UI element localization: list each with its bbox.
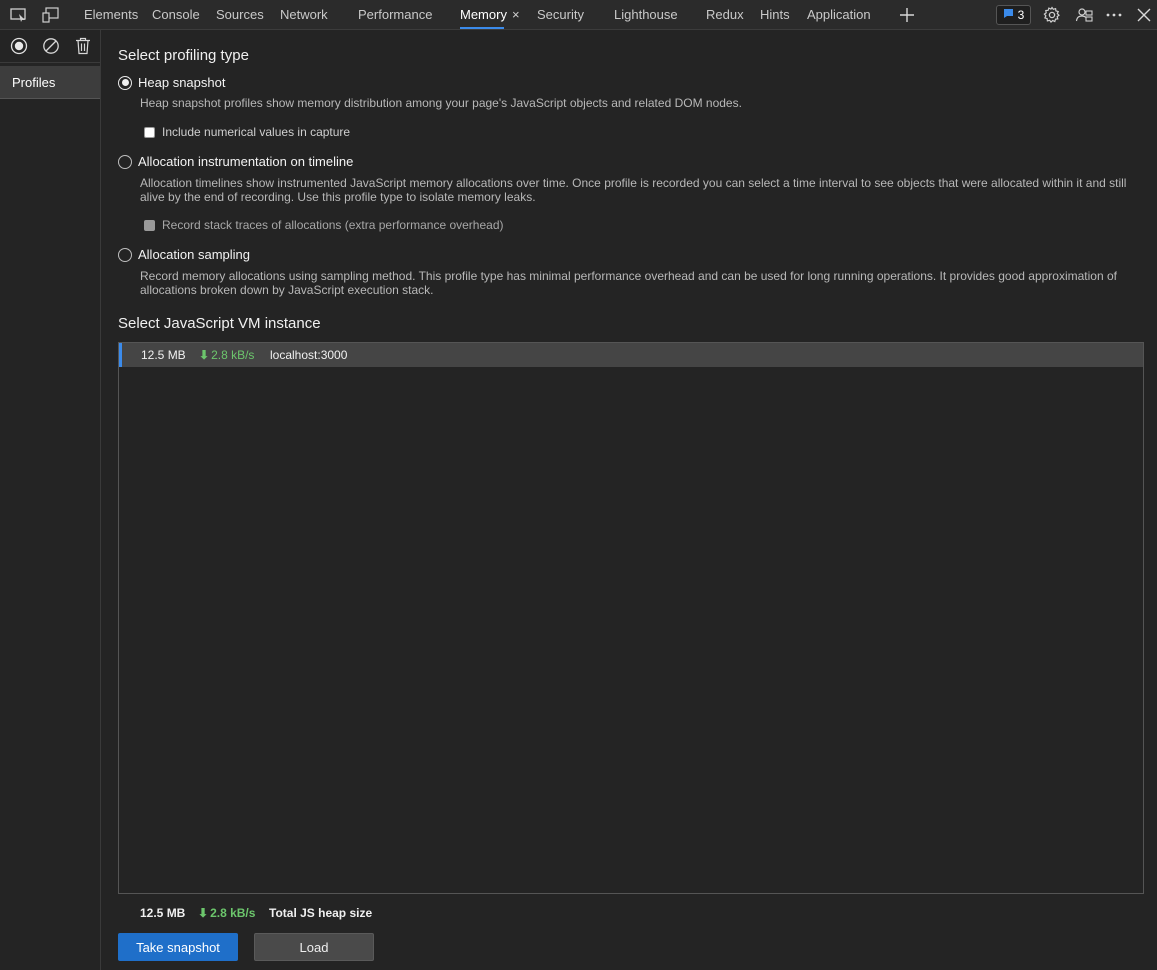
active-tab-indicator	[460, 27, 504, 29]
vm-instance-heading: Select JavaScript VM instance	[118, 315, 321, 332]
tab-console[interactable]: Console	[152, 0, 200, 30]
tab-sources[interactable]: Sources	[216, 0, 264, 30]
add-tab-icon[interactable]	[893, 0, 921, 30]
include-numerical-values-checkbox-row[interactable]: Include numerical values in capture	[144, 125, 350, 139]
vm-heap-size: 12.5 MB	[141, 348, 186, 362]
tab-hints[interactable]: Hints	[760, 0, 790, 30]
issues-icon	[1003, 8, 1014, 22]
memory-panel: Select profiling type Heap snapshot Heap…	[102, 30, 1157, 970]
total-heap-rate: ⬇ 2.8 kB/s	[198, 906, 269, 920]
tab-application[interactable]: Application	[807, 0, 871, 30]
gear-icon[interactable]	[1038, 0, 1066, 30]
load-button[interactable]: Load	[254, 933, 374, 961]
device-toolbar-icon[interactable]	[37, 0, 65, 30]
record-icon[interactable]	[9, 36, 29, 56]
total-heap-size: 12.5 MB	[140, 906, 186, 920]
profiles-sidebar: Profiles	[0, 30, 101, 970]
tab-elements[interactable]: Elements	[84, 0, 138, 30]
issues-badge[interactable]: 3	[996, 5, 1031, 25]
arrow-down-icon: ⬇	[198, 906, 209, 920]
include-numerical-values-checkbox[interactable]	[144, 126, 155, 138]
tab-lighthouse[interactable]: Lighthouse	[614, 0, 678, 30]
option-heap-snapshot[interactable]: Heap snapshot	[118, 75, 225, 90]
tab-network[interactable]: Network	[280, 0, 328, 30]
option-description: Record memory allocations using sampling…	[140, 269, 1117, 297]
vm-instance-name: localhost:3000	[270, 348, 348, 362]
clear-icon[interactable]	[41, 36, 61, 56]
total-heap-stats: 12.5 MB ⬇ 2.8 kB/s Total JS heap size	[140, 906, 372, 920]
vm-instance-list[interactable]: 12.5 MB ⬇ 2.8 kB/s localhost:3000	[118, 342, 1144, 894]
tab-performance[interactable]: Performance	[358, 0, 432, 30]
option-label: Allocation sampling	[138, 247, 251, 262]
allocation-sampling-radio[interactable]	[118, 247, 132, 262]
option-description: Allocation timelines show instrumented J…	[140, 176, 1127, 204]
vm-rate-value: 2.8 kB/s	[211, 348, 255, 362]
arrow-down-icon: ⬇	[199, 348, 210, 362]
vm-heap-rate: ⬇ 2.8 kB/s	[199, 348, 270, 362]
option-label: Allocation instrumentation on timeline	[138, 154, 354, 169]
total-rate-value: 2.8 kB/s	[210, 906, 256, 920]
option-allocation-sampling[interactable]: Allocation sampling	[118, 247, 250, 262]
tab-security[interactable]: Security	[537, 0, 584, 30]
tab-redux[interactable]: Redux	[706, 0, 744, 30]
devtools-tab-bar: Elements Console Sources Network Perform…	[0, 0, 1157, 30]
tab-memory[interactable]: Memory	[460, 0, 507, 30]
total-heap-label: Total JS heap size	[269, 906, 373, 920]
more-icon[interactable]	[1100, 0, 1128, 30]
checkbox-label: Record stack traces of allocations (extr…	[162, 218, 504, 232]
profiling-type-heading: Select profiling type	[118, 47, 249, 64]
checkbox-label: Include numerical values in capture	[162, 125, 351, 139]
option-allocation-timeline[interactable]: Allocation instrumentation on timeline	[118, 154, 353, 169]
heap-snapshot-radio[interactable]	[118, 75, 132, 90]
allocation-timeline-radio[interactable]	[118, 154, 132, 169]
customize-icon[interactable]	[1070, 0, 1098, 30]
close-tab-icon[interactable]: ×	[512, 0, 520, 30]
take-snapshot-button[interactable]: Take snapshot	[118, 933, 238, 961]
sidebar-toolbar	[0, 30, 100, 63]
close-icon[interactable]	[1130, 0, 1157, 30]
record-stack-traces-checkbox-row[interactable]: Record stack traces of allocations (extr…	[144, 218, 504, 232]
record-stack-traces-checkbox[interactable]	[144, 219, 155, 231]
sidebar-item-profiles[interactable]: Profiles	[0, 66, 100, 99]
option-label: Heap snapshot	[138, 75, 226, 90]
trash-icon[interactable]	[73, 36, 93, 56]
option-description: Heap snapshot profiles show memory distr…	[140, 96, 742, 110]
vm-instance-row[interactable]: 12.5 MB ⬇ 2.8 kB/s localhost:3000	[119, 343, 1143, 367]
inspect-icon[interactable]	[5, 0, 33, 30]
issues-count: 3	[1017, 8, 1025, 22]
